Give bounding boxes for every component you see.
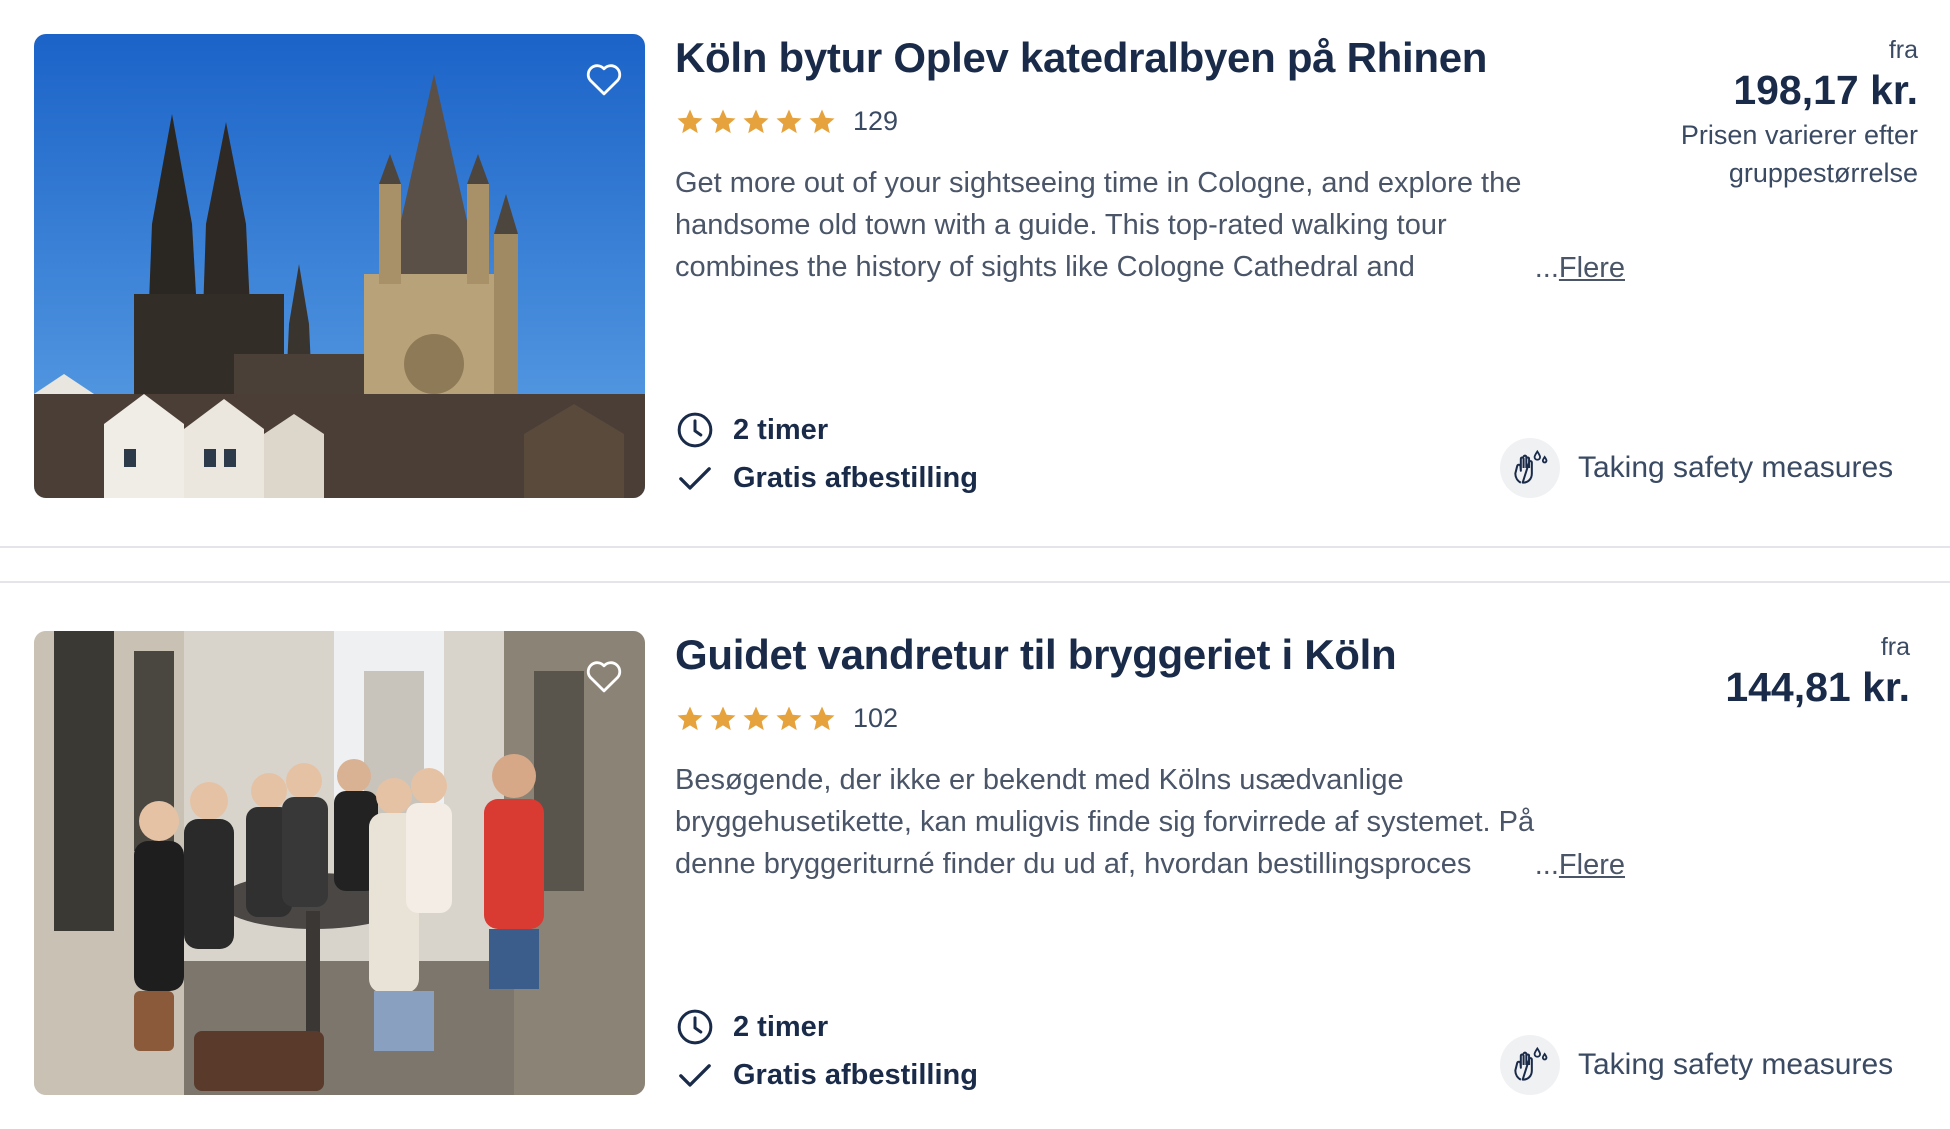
price-note: Prisen varierer efter gruppestørrelse [1680,120,1918,188]
clock-icon [675,410,715,450]
review-count: 102 [853,703,899,733]
more-toggle: ...Flere [1506,247,1625,289]
cologne-cathedral-photo [34,34,645,498]
price-amount: 198,17 kr. [1733,67,1918,113]
price-block: fra 198,17 kr. Prisen varierer efter gru… [1658,36,1918,192]
star-icon [741,704,771,734]
star-icon [708,704,738,734]
activity-card-2[interactable]: Guidet vandretur til bryggeriet i Köln 1… [0,581,1950,1129]
star-icon [741,107,771,137]
brewery-group-photo [34,631,645,1095]
star-icon [675,704,705,734]
more-link[interactable]: Flere [1559,849,1625,881]
activity-description: Get more out of your sightseeing time in… [675,162,1625,290]
cancellation-label: Gratis afbestilling [733,1058,978,1091]
hand-wash-icon [1500,438,1560,498]
hand-wash-icon [1500,1035,1560,1095]
favorite-heart-icon[interactable] [583,655,625,697]
star-icon [807,704,837,734]
more-link[interactable]: Flere [1559,252,1625,284]
rating: 129 [675,106,898,137]
activity-image-cathedral[interactable] [34,34,645,498]
price-block: fra 144,81 kr. [1725,633,1910,711]
review-count: 129 [853,106,899,136]
duration-label: 2 timer [733,1010,829,1043]
description-text: Get more out of your sightseeing time in… [675,167,1522,283]
duration: 2 timer [675,410,828,450]
rating: 102 [675,703,898,734]
safety-label: Taking safety measures [1578,451,1894,484]
star-icon [675,107,705,137]
activity-card-1[interactable]: Köln bytur Oplev katedralbyen på Rhinen … [0,0,1950,548]
checkmark-icon [675,458,715,498]
duration-label: 2 timer [733,413,829,446]
activity-image-brewery[interactable] [34,631,645,1095]
free-cancellation: Gratis afbestilling [675,458,978,498]
checkmark-icon [675,1055,715,1095]
activity-title[interactable]: Guidet vandretur til bryggeriet i Köln [675,631,1397,679]
cancellation-label: Gratis afbestilling [733,461,978,494]
star-icon [774,107,804,137]
favorite-heart-icon[interactable] [583,58,625,100]
description-text: Besøgende, der ikke er bekendt med Kölns… [675,764,1535,880]
safety-measures-badge: Taking safety measures [1500,438,1893,498]
price-amount: 144,81 kr. [1725,664,1910,710]
star-icon [807,107,837,137]
star-rating [675,704,837,734]
star-rating [675,107,837,137]
activity-title[interactable]: Köln bytur Oplev katedralbyen på Rhinen [675,34,1487,82]
price-from: fra [1888,36,1918,64]
price-from: fra [1880,633,1910,661]
safety-label: Taking safety measures [1578,1048,1894,1081]
star-icon [708,107,738,137]
divider [0,546,1950,548]
star-icon [774,704,804,734]
duration: 2 timer [675,1007,828,1047]
activity-description: Besøgende, der ikke er bekendt med Kölns… [675,759,1625,887]
more-toggle: ...Flere [1506,844,1625,886]
safety-measures-badge: Taking safety measures [1500,1035,1893,1095]
free-cancellation: Gratis afbestilling [675,1055,978,1095]
clock-icon [675,1007,715,1047]
